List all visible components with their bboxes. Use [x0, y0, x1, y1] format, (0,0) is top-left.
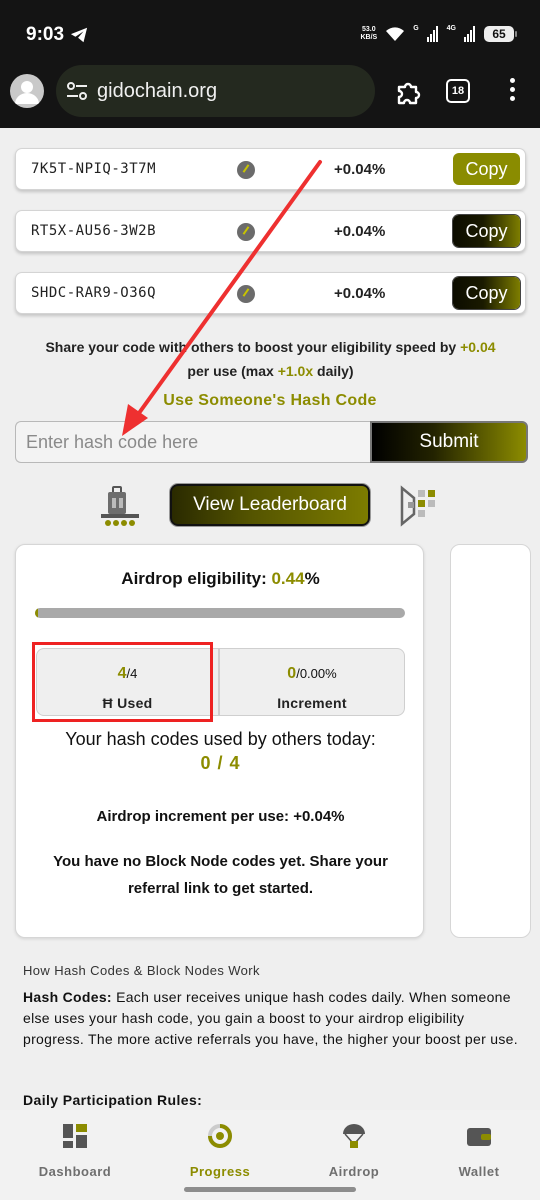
- hash-code: RT5X-AU56-3W2B: [31, 223, 157, 239]
- robot-icon: [101, 486, 139, 526]
- hash-code-row: RT5X-AU56-3W2B +0.04% Copy: [15, 210, 526, 252]
- hash-code-row: SHDC-RAR9-O36Q +0.04% Copy: [15, 272, 526, 314]
- signal-label-g: G: [413, 24, 419, 32]
- copy-button[interactable]: Copy: [453, 215, 520, 247]
- use-code-title: Use Someone's Hash Code: [163, 392, 377, 409]
- no-block-node-message: You have no Block Node codes yet. Share …: [53, 853, 388, 897]
- eligibility-card: Airdrop eligibility: 0.44% 4/4 Ħ Used 0/…: [15, 544, 424, 938]
- wifi-icon: [386, 27, 405, 41]
- browser-toolbar: gidochain.org 18: [0, 62, 540, 128]
- copy-button[interactable]: Copy: [453, 153, 520, 185]
- nav-airdrop[interactable]: Airdrop: [299, 1122, 409, 1179]
- tab-switcher-button[interactable]: 18: [446, 79, 470, 103]
- key-icon: [237, 161, 255, 179]
- how-it-works-body: Hash Codes: Each user receives unique ha…: [23, 989, 518, 1047]
- used-today-label: Your hash codes used by others today:: [65, 729, 376, 749]
- nav-wallet[interactable]: Wallet: [424, 1122, 534, 1179]
- hash-code: SHDC-RAR9-O36Q: [31, 285, 157, 301]
- eligibility-progress-bar: [35, 608, 405, 618]
- signal-icon-1: [426, 26, 438, 42]
- signal-label-4g: 4G: [446, 24, 456, 32]
- status-bar: 9:03 53.0 KB/S G 4G 65: [0, 0, 540, 62]
- annotation-highlight-box: [32, 642, 213, 722]
- side-card: [450, 544, 531, 938]
- share-instructions: Share your code with others to boost you…: [45, 339, 496, 379]
- code-boost: +0.04%: [334, 285, 386, 302]
- site-settings-icon[interactable]: [66, 81, 88, 101]
- increment-label: Increment: [277, 695, 347, 711]
- rules-title: Daily Participation Rules:: [23, 1092, 203, 1108]
- increment-stat: 0/0.00% Increment: [219, 648, 405, 716]
- extensions-icon[interactable]: [395, 78, 423, 106]
- signal-icon-2: [464, 26, 475, 42]
- wallet-icon: [467, 1128, 491, 1146]
- url-text: gidochain.org: [97, 80, 218, 102]
- status-time: 9:03: [26, 24, 65, 45]
- how-it-works-title: How Hash Codes & Block Nodes Work: [23, 963, 260, 978]
- home-indicator: [184, 1187, 356, 1192]
- person-icon: [15, 81, 39, 104]
- status-indicators: 53.0 KB/S G 4G 65: [360, 22, 517, 46]
- nav-dashboard[interactable]: Dashboard: [20, 1122, 130, 1179]
- hash-code-input[interactable]: [15, 421, 373, 463]
- telegram-icon: [70, 27, 88, 43]
- network-speed: 53.0 KB/S: [360, 26, 378, 41]
- view-leaderboard-button[interactable]: View Leaderboard: [170, 484, 370, 526]
- progress-icon: [208, 1124, 232, 1148]
- hash-code-row: 7K5T-NPIQ-3T7M +0.04% Copy: [15, 148, 526, 190]
- address-bar[interactable]: gidochain.org: [56, 65, 375, 117]
- nav-progress[interactable]: Progress: [165, 1122, 275, 1179]
- code-boost: +0.04%: [334, 223, 386, 240]
- airdrop-eligibility: Airdrop eligibility: 0.44%: [121, 569, 320, 588]
- copy-button[interactable]: Copy: [453, 277, 520, 309]
- hash-code: 7K5T-NPIQ-3T7M: [31, 161, 157, 177]
- key-icon: [237, 223, 255, 241]
- progress-fill: [35, 608, 38, 618]
- dashboard-icon: [63, 1124, 87, 1148]
- airdrop-icon: [343, 1124, 365, 1148]
- profile-avatar[interactable]: [10, 74, 44, 108]
- key-icon: [237, 285, 255, 303]
- block-node-icon: [400, 485, 435, 527]
- more-menu-icon[interactable]: [506, 78, 518, 106]
- increment-per-use: Airdrop increment per use: +0.04%: [96, 808, 345, 825]
- battery-icon: 65: [484, 26, 517, 42]
- submit-button[interactable]: Submit: [370, 421, 528, 463]
- code-boost: +0.04%: [334, 161, 386, 178]
- used-today-count: 0 / 4: [200, 753, 241, 773]
